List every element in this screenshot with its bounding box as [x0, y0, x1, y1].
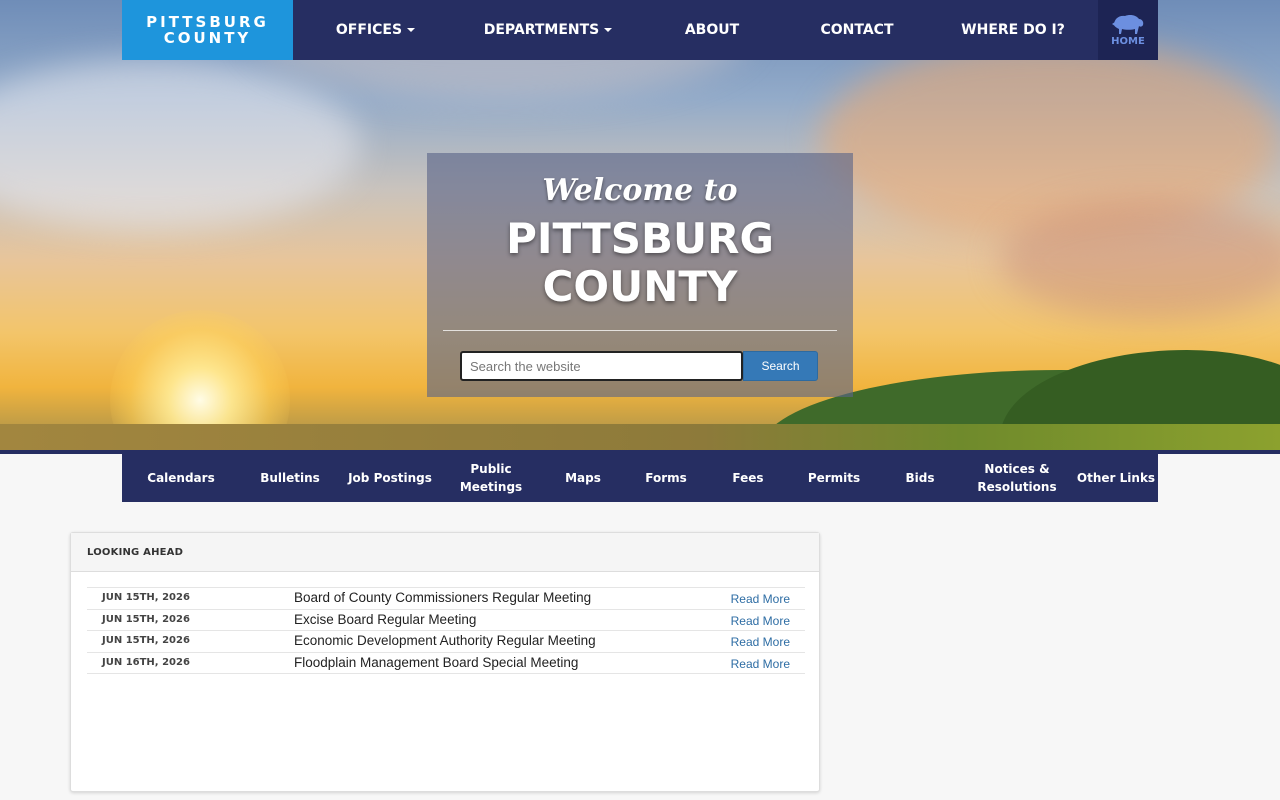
logo-line-2: COUNTY — [163, 29, 252, 47]
nav-about[interactable]: ABOUT — [638, 22, 786, 38]
hero-cloud — [1000, 200, 1280, 320]
welcome-line-1: PITTSBURG — [506, 214, 774, 263]
event-date: JUN 15TH, 2026 — [102, 613, 190, 625]
divider — [443, 330, 837, 331]
nav-about-label: ABOUT — [684, 22, 740, 38]
welcome-line-2: COUNTY — [542, 262, 738, 311]
nav-departments[interactable]: DEPARTMENTS — [458, 22, 638, 38]
quick-link-permits[interactable]: Permits — [788, 469, 880, 487]
site-logo[interactable]: PITTSBURG COUNTY — [122, 0, 293, 60]
quick-links-bar: Calendars Bulletins Job Postings Public … — [122, 454, 1158, 502]
read-more-link[interactable]: Read More — [731, 614, 790, 628]
quick-link-job-postings[interactable]: Job Postings — [340, 469, 440, 487]
nav-where-do-i-label: WHERE DO I? — [961, 22, 1065, 38]
quick-link-other-links[interactable]: Other Links — [1074, 469, 1158, 487]
quick-link-notices-resolutions[interactable]: Notices & Resolutions — [960, 460, 1074, 496]
read-more-link[interactable]: Read More — [731, 657, 790, 671]
event-title: Excise Board Regular Meeting — [294, 611, 477, 627]
hero-cloud — [0, 60, 360, 230]
event-date: JUN 15TH, 2026 — [102, 635, 190, 646]
event-title: Board of County Commissioners Regular Me… — [294, 590, 592, 605]
home-button[interactable]: HOME — [1098, 0, 1158, 60]
caret-down-icon — [604, 28, 613, 32]
event-row: JUN 15TH, 2026 Board of County Commissio… — [87, 588, 805, 610]
panel-title: LOOKING AHEAD — [87, 546, 184, 558]
search-button[interactable]: Search — [743, 351, 818, 381]
event-row: JUN 15TH, 2026 Economic Development Auth… — [87, 631, 805, 653]
bison-icon — [1112, 15, 1144, 34]
nav-offices[interactable]: OFFICES — [293, 22, 458, 38]
event-date: JUN 16TH, 2026 — [102, 656, 190, 668]
nav-contact-label: CONTACT — [820, 22, 894, 38]
nav-offices-label: OFFICES — [335, 22, 403, 38]
search-input[interactable] — [460, 351, 743, 381]
quick-link-calendars[interactable]: Calendars — [122, 469, 240, 487]
event-title: Economic Development Authority Regular M… — [294, 633, 596, 648]
top-navigation: PITTSBURG COUNTY OFFICES DEPARTMENTS ABO… — [122, 0, 1158, 60]
welcome-county-name: PITTSBURG COUNTY — [427, 215, 853, 311]
quick-link-forms[interactable]: Forms — [624, 469, 708, 487]
nav-contact[interactable]: CONTACT — [786, 22, 928, 38]
nav-menu: OFFICES DEPARTMENTS ABOUT CONTACT WHERE … — [293, 0, 1098, 60]
event-row: JUN 16TH, 2026 Floodplain Management Boa… — [87, 653, 805, 674]
landscape — [0, 424, 1280, 450]
panel-header: LOOKING AHEAD — [71, 533, 819, 572]
welcome-panel: Welcome to PITTSBURG COUNTY Search — [427, 153, 853, 397]
event-date: JUN 15TH, 2026 — [102, 592, 190, 603]
read-more-link[interactable]: Read More — [731, 592, 790, 606]
caret-down-icon — [407, 28, 416, 32]
quick-link-maps[interactable]: Maps — [542, 469, 624, 487]
quick-link-bids[interactable]: Bids — [880, 469, 960, 487]
events-list: JUN 15TH, 2026 Board of County Commissio… — [87, 587, 805, 674]
welcome-greeting: Welcome to — [542, 173, 738, 208]
nav-departments-label: DEPARTMENTS — [483, 22, 600, 38]
nav-where-do-i[interactable]: WHERE DO I? — [928, 22, 1098, 38]
quick-link-public-meetings[interactable]: Public Meetings — [440, 460, 542, 496]
quick-link-bulletins[interactable]: Bulletins — [240, 469, 340, 487]
looking-ahead-panel: LOOKING AHEAD JUN 15TH, 2026 Board of Co… — [70, 532, 820, 792]
quick-link-fees[interactable]: Fees — [708, 469, 788, 487]
read-more-link[interactable]: Read More — [731, 635, 790, 649]
logo-line-1: PITTSBURG — [146, 13, 269, 31]
home-label: HOME — [1111, 36, 1145, 47]
event-row: JUN 15TH, 2026 Excise Board Regular Meet… — [87, 610, 805, 631]
event-title: Floodplain Management Board Special Meet… — [294, 654, 579, 670]
